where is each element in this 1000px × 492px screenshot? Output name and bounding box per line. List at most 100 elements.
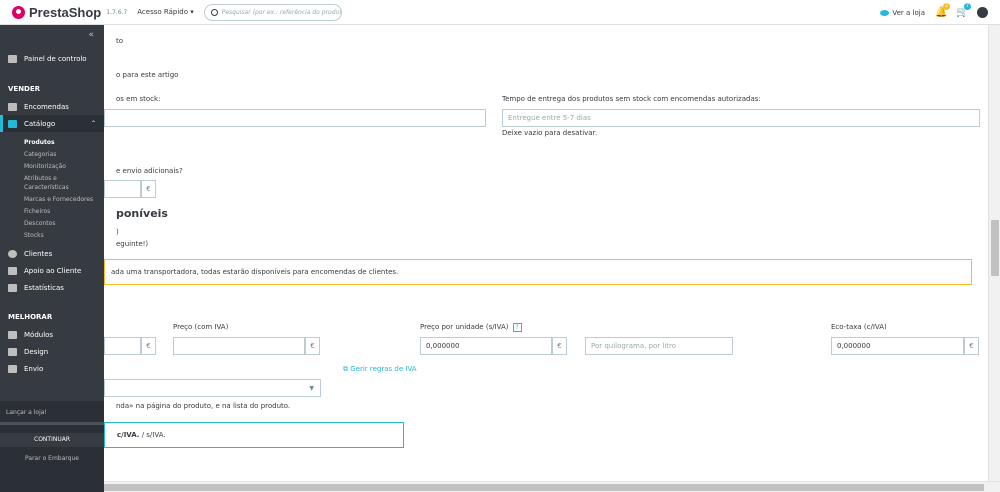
sidebar-item-modules[interactable]: Módulos xyxy=(0,326,104,343)
currency-addon: € xyxy=(141,180,156,198)
stop-onboarding-link[interactable]: Parar o Embarque xyxy=(0,455,104,462)
currency-addon: € xyxy=(141,337,156,355)
help-icon[interactable]: ? xyxy=(512,323,522,332)
sidebar-sub-stocks[interactable]: Stocks xyxy=(0,231,104,240)
sidebar-item-orders[interactable]: Encomendas xyxy=(0,98,104,115)
manage-tax-rules-link[interactable]: ⧉ Gerir regras de IVA xyxy=(343,365,417,374)
main-content: to o para este artigo os em stock: Tempo… xyxy=(104,25,988,481)
display-note: nda» na página do produto, e na lista do… xyxy=(116,402,291,410)
orders-notification-icon[interactable]: 🔔 2 xyxy=(935,3,950,18)
sidebar-sub-products[interactable]: Produtos xyxy=(0,138,104,147)
version-label: 1.7.6.7 xyxy=(106,8,128,16)
user-menu[interactable] xyxy=(977,7,988,18)
puzzle-icon xyxy=(8,330,17,339)
extra-shipping-input[interactable] xyxy=(104,180,141,198)
sidebar-sub-files[interactable]: Ficheiros xyxy=(0,207,104,216)
desktop-icon xyxy=(8,347,17,356)
sidebar-item-catalog[interactable]: Catálogo ⌃ xyxy=(0,115,104,132)
search-placeholder: Pesquisar (por ex.: referência do produt xyxy=(221,8,342,16)
onboarding-label: Lançar a loja! xyxy=(6,409,47,416)
currency-addon: € xyxy=(964,337,979,355)
sidebar-item-support[interactable]: Apoio ao Cliente xyxy=(0,262,104,279)
view-shop-link[interactable]: Ver a loja xyxy=(880,9,925,17)
logo[interactable]: PrestaShop 1.7.6.7 xyxy=(12,5,127,20)
text-fragment: o para este artigo xyxy=(116,71,179,79)
eye-icon xyxy=(880,9,890,16)
sidebar-item-label: Apoio ao Cliente xyxy=(24,266,82,275)
currency-addon: € xyxy=(305,337,320,355)
view-shop-label: Ver a loja xyxy=(892,8,925,17)
quick-access-dropdown[interactable]: Acesso Rápido ▾ xyxy=(137,8,193,16)
out-stock-input[interactable]: Entregue entre 5-7 dias xyxy=(502,109,980,127)
search-icon xyxy=(210,8,218,16)
price-incl-label: Preço (com IVA) xyxy=(173,323,229,331)
sidebar-item-label: Design xyxy=(24,347,49,356)
currency-addon: € xyxy=(552,337,567,355)
out-stock-help: Deixe vazio para desativar. xyxy=(502,129,598,137)
horizontal-scrollbar[interactable] xyxy=(104,481,1000,492)
sidebar-sub-categories[interactable]: Categorias xyxy=(0,150,104,159)
text-fragment: to xyxy=(116,37,124,45)
account-circle-icon xyxy=(8,249,17,258)
scrollbar-thumb[interactable] xyxy=(104,484,984,491)
carriers-text: ) xyxy=(116,228,119,236)
user-avatar-icon xyxy=(977,7,988,18)
in-stock-label: os em stock: xyxy=(116,95,161,103)
sidebar-item-label: Módulos xyxy=(24,330,54,339)
customers-notification-icon[interactable]: 🛒 7 xyxy=(956,3,971,18)
truck-icon xyxy=(8,364,17,373)
ecotax-label: Eco-taxa (c/IVA) xyxy=(831,323,887,331)
sidebar-item-label: Catálogo xyxy=(24,119,56,128)
sidebar-item-design[interactable]: Design xyxy=(0,343,104,360)
collapse-sidebar-icon[interactable]: « xyxy=(88,30,94,40)
prestashop-logo-icon xyxy=(12,5,25,19)
price-summary-rest: / s/IVA. xyxy=(139,431,166,439)
sidebar: « Painel de controlo VENDER Encomendas C… xyxy=(0,25,104,492)
sidebar-item-dashboard[interactable]: Painel de controlo xyxy=(0,50,104,67)
sidebar-item-label: Estatísticas xyxy=(24,283,64,292)
carriers-text: eguinte!) xyxy=(116,240,149,248)
price-excl-input[interactable] xyxy=(104,337,141,355)
sidebar-item-label: Envio xyxy=(24,364,44,373)
unit-price-input[interactable]: 0,000000 xyxy=(420,337,552,355)
sidebar-item-customers[interactable]: Clientes xyxy=(0,245,104,262)
caret-down-icon: ▼ xyxy=(309,385,314,392)
sidebar-item-shipping[interactable]: Envio xyxy=(0,360,104,377)
store-icon xyxy=(8,119,17,128)
extra-shipping-label: e envio adicionais? xyxy=(116,167,183,175)
tax-rule-select[interactable]: ▼ xyxy=(104,379,321,397)
top-bar: PrestaShop 1.7.6.7 Acesso Rápido ▾ Pesqu… xyxy=(0,0,1000,25)
sidebar-sub-attributes[interactable]: Atributos e Características xyxy=(0,174,80,192)
notification-badge: 2 xyxy=(943,3,950,10)
logo-text: PrestaShop xyxy=(29,4,102,20)
trending-up-icon xyxy=(8,54,17,63)
search-input[interactable]: Pesquisar (por ex.: referência do produt xyxy=(203,3,342,21)
section-sell: VENDER xyxy=(8,85,41,93)
chevron-up-icon: ⌃ xyxy=(90,120,96,127)
sidebar-sub-monitoring[interactable]: Monitorização xyxy=(0,162,104,171)
price-incl-input[interactable] xyxy=(173,337,305,355)
in-stock-input[interactable] xyxy=(104,109,486,127)
ecotax-input[interactable]: 0,000000 xyxy=(831,337,964,355)
unit-input[interactable]: Por quilograma, por litro xyxy=(585,337,733,355)
notification-badge: 7 xyxy=(964,3,971,10)
inbox-icon xyxy=(8,102,17,111)
sidebar-item-label: Clientes xyxy=(24,249,53,258)
continue-button[interactable]: CONTINUAR xyxy=(0,433,104,447)
unit-price-label-text: Preço por unidade (s/IVA) xyxy=(420,323,509,331)
price-summary-box: c/IVA. / s/IVA. xyxy=(104,422,404,448)
sidebar-sub-brands[interactable]: Marcas e Fornecedores xyxy=(0,195,104,204)
carriers-warning-alert: ada uma transportadora, todas estarão di… xyxy=(104,259,972,285)
carriers-heading: poníveis xyxy=(116,207,168,220)
sidebar-item-stats[interactable]: Estatísticas xyxy=(0,279,104,296)
onboarding-progress xyxy=(0,422,104,425)
out-stock-label: Tempo de entrega dos produtos sem stock … xyxy=(502,95,761,103)
onboarding-panel: Lançar a loja! CONTINUAR Parar o Embarqu… xyxy=(0,401,104,492)
vertical-scrollbar[interactable] xyxy=(988,25,1000,481)
section-improve: MELHORAR xyxy=(8,313,53,321)
sidebar-sub-discounts[interactable]: Descontos xyxy=(0,219,104,228)
unit-price-label: Preço por unidade (s/IVA)? xyxy=(420,323,522,332)
sidebar-item-label: Encomendas xyxy=(24,102,69,111)
bar-chart-icon xyxy=(8,283,17,292)
scrollbar-thumb[interactable] xyxy=(991,220,999,276)
